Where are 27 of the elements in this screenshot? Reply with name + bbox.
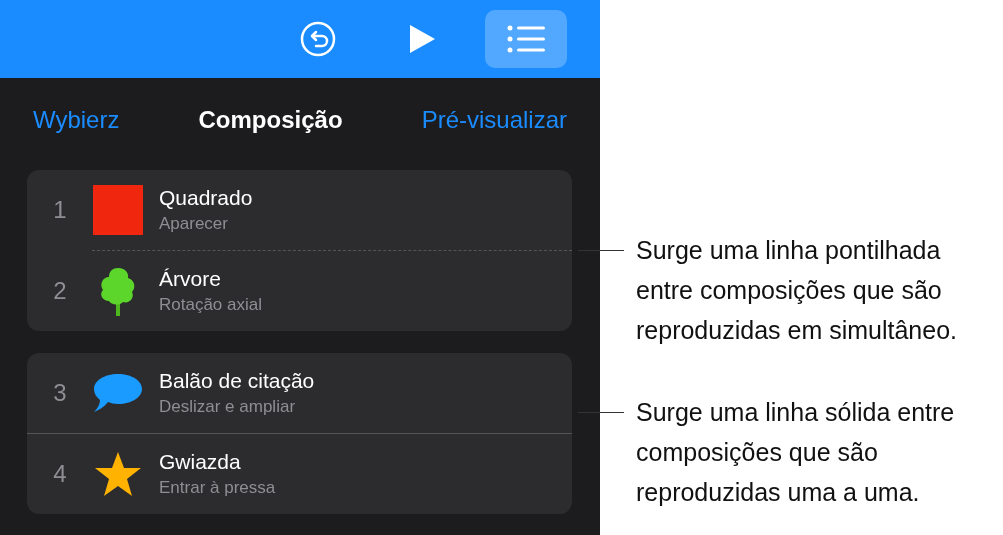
build-number: 4 — [52, 460, 68, 488]
leader-line — [578, 412, 624, 413]
speech-bubble-icon — [93, 372, 143, 414]
select-link[interactable]: Wybierz — [33, 106, 120, 134]
callout-text: Surge uma linha sólida entre composições que são reproduzidas uma a uma. — [636, 397, 956, 508]
object-name[interactable]: Árvore — [159, 267, 262, 291]
square-icon — [93, 185, 143, 235]
preview-link[interactable]: Pré-visualizar — [421, 106, 567, 134]
effect-name: Aparecer — [159, 214, 229, 234]
build-number: 3 — [52, 379, 68, 407]
build-number: 1 — [52, 196, 68, 224]
build-number: 2 — [52, 277, 68, 305]
leader-line — [578, 250, 624, 251]
effect-name: Entrar à pressa — [159, 478, 276, 498]
object-name[interactable]: Quadrado — [159, 186, 253, 210]
play-icon — [408, 24, 436, 54]
list-icon — [507, 25, 545, 53]
callout-text: Surge uma linha pontilhada entre composições que são reproduzidas em simultâneo. — [636, 235, 958, 346]
star-icon — [94, 451, 142, 497]
object-name[interactable]: Gwiazda — [159, 450, 276, 474]
list-button[interactable] — [485, 10, 567, 68]
panel-title: Composição — [198, 106, 343, 134]
object-name[interactable]: Balão de citação — [159, 369, 315, 393]
effect-name: Rotação axial — [159, 295, 262, 315]
undo-icon — [300, 21, 336, 57]
tree-icon — [99, 266, 137, 316]
effect-name: Deslizar e ampliar — [159, 397, 297, 417]
